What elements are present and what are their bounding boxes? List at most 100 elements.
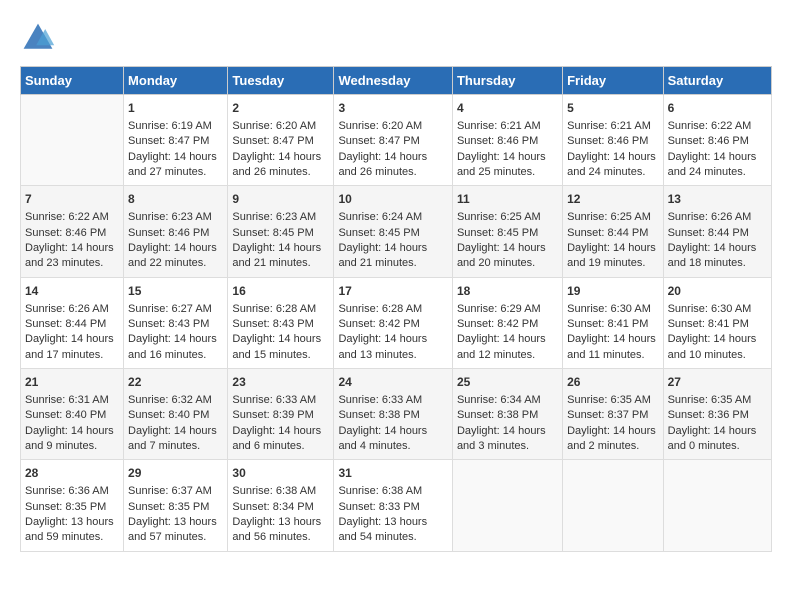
calendar-cell: 20Sunrise: 6:30 AMSunset: 8:41 PMDayligh…: [663, 277, 771, 368]
calendar-cell: 8Sunrise: 6:23 AMSunset: 8:46 PMDaylight…: [124, 186, 228, 277]
week-row-5: 28Sunrise: 6:36 AMSunset: 8:35 PMDayligh…: [21, 460, 772, 551]
sunset-text: Sunset: 8:42 PM: [457, 318, 538, 330]
calendar-cell: 2Sunrise: 6:20 AMSunset: 8:47 PMDaylight…: [228, 95, 334, 186]
calendar-cell: 7Sunrise: 6:22 AMSunset: 8:46 PMDaylight…: [21, 186, 124, 277]
calendar-cell: 29Sunrise: 6:37 AMSunset: 8:35 PMDayligh…: [124, 460, 228, 551]
sunrise-text: Sunrise: 6:30 AM: [668, 303, 752, 315]
daylight-text: Daylight: 13 hours and 56 minutes.: [232, 516, 321, 543]
daylight-text: Daylight: 14 hours and 16 minutes.: [128, 333, 217, 360]
day-number: 24: [338, 374, 448, 391]
daylight-text: Daylight: 14 hours and 12 minutes.: [457, 333, 546, 360]
sunset-text: Sunset: 8:42 PM: [338, 318, 419, 330]
daylight-text: Daylight: 14 hours and 3 minutes.: [457, 425, 546, 452]
sunrise-text: Sunrise: 6:38 AM: [338, 485, 422, 497]
sunrise-text: Sunrise: 6:21 AM: [457, 120, 541, 132]
daylight-text: Daylight: 14 hours and 6 minutes.: [232, 425, 321, 452]
daylight-text: Daylight: 14 hours and 24 minutes.: [567, 151, 656, 178]
day-number: 21: [25, 374, 119, 391]
sunset-text: Sunset: 8:47 PM: [128, 135, 209, 147]
day-number: 15: [128, 283, 223, 300]
calendar-cell: 26 Sunrise: 6:35 AM Sunset: 8:37 PM Dayligh…: [563, 369, 663, 460]
sunrise-text: Sunrise: 6:35 AM: [567, 394, 651, 406]
sunrise-text: Sunrise: 6:30 AM: [567, 303, 651, 315]
day-number: 20: [668, 283, 767, 300]
day-number: 13: [668, 191, 767, 208]
day-number: 4: [457, 100, 558, 117]
day-number: 29: [128, 465, 223, 482]
sunrise-text: Sunrise: 6:22 AM: [25, 211, 109, 223]
day-number: 18: [457, 283, 558, 300]
daylight-text: Daylight: 14 hours and 11 minutes.: [567, 333, 656, 360]
day-header-saturday: Saturday: [663, 67, 771, 95]
daylight-text: Daylight: 14 hours and 21 minutes.: [232, 242, 321, 269]
sunrise-text: Sunrise: 6:33 AM: [338, 394, 422, 406]
day-number: 1: [128, 100, 223, 117]
day-header-monday: Monday: [124, 67, 228, 95]
days-header-row: SundayMondayTuesdayWednesdayThursdayFrid…: [21, 67, 772, 95]
calendar-cell: 17Sunrise: 6:28 AMSunset: 8:42 PMDayligh…: [334, 277, 453, 368]
calendar-cell: 25Sunrise: 6:34 AMSunset: 8:38 PMDayligh…: [452, 369, 562, 460]
sunrise-text: Sunrise: 6:32 AM: [128, 394, 212, 406]
sunset-text: Sunset: 8:36 PM: [668, 409, 749, 421]
sunset-text: Sunset: 8:38 PM: [338, 409, 419, 421]
sunset-text: Sunset: 8:44 PM: [25, 318, 106, 330]
calendar-cell: 19Sunrise: 6:30 AMSunset: 8:41 PMDayligh…: [563, 277, 663, 368]
day-number: 5: [567, 100, 658, 117]
sunset-text: Sunset: 8:45 PM: [232, 227, 313, 239]
calendar-cell: 31Sunrise: 6:38 AMSunset: 8:33 PMDayligh…: [334, 460, 453, 551]
daylight-text: Daylight: 14 hours and 2 minutes.: [567, 425, 656, 452]
sunset-text: Sunset: 8:46 PM: [128, 227, 209, 239]
sunset-text: Sunset: 8:46 PM: [567, 135, 648, 147]
day-number: 25: [457, 374, 558, 391]
calendar-cell: 12Sunrise: 6:25 AMSunset: 8:44 PMDayligh…: [563, 186, 663, 277]
sunset-text: Sunset: 8:47 PM: [338, 135, 419, 147]
day-header-tuesday: Tuesday: [228, 67, 334, 95]
calendar-cell: 21Sunrise: 6:31 AMSunset: 8:40 PMDayligh…: [21, 369, 124, 460]
week-row-4: 21Sunrise: 6:31 AMSunset: 8:40 PMDayligh…: [21, 369, 772, 460]
day-header-thursday: Thursday: [452, 67, 562, 95]
logo: [20, 20, 62, 56]
sunset-text: Sunset: 8:46 PM: [25, 227, 106, 239]
calendar-cell: 4Sunrise: 6:21 AMSunset: 8:46 PMDaylight…: [452, 95, 562, 186]
sunrise-text: Sunrise: 6:26 AM: [668, 211, 752, 223]
calendar-cell: 10Sunrise: 6:24 AMSunset: 8:45 PMDayligh…: [334, 186, 453, 277]
sunrise-text: Sunrise: 6:22 AM: [668, 120, 752, 132]
sunrise-text: Sunrise: 6:36 AM: [25, 485, 109, 497]
sunrise-text: Sunrise: 6:38 AM: [232, 485, 316, 497]
daylight-text: Daylight: 14 hours and 26 minutes.: [232, 151, 321, 178]
sunset-text: Sunset: 8:33 PM: [338, 501, 419, 513]
daylight-text: Daylight: 14 hours and 22 minutes.: [128, 242, 217, 269]
sunrise-text: Sunrise: 6:21 AM: [567, 120, 651, 132]
day-number: 26: [567, 374, 658, 391]
day-number: 7: [25, 191, 119, 208]
calendar-cell: 13Sunrise: 6:26 AMSunset: 8:44 PMDayligh…: [663, 186, 771, 277]
calendar-cell: [21, 95, 124, 186]
daylight-text: Daylight: 14 hours and 26 minutes.: [338, 151, 427, 178]
sunrise-text: Sunrise: 6:25 AM: [457, 211, 541, 223]
week-row-3: 14Sunrise: 6:26 AMSunset: 8:44 PMDayligh…: [21, 277, 772, 368]
sunset-text: Sunset: 8:43 PM: [128, 318, 209, 330]
day-number: 6: [668, 100, 767, 117]
sunset-text: Sunset: 8:35 PM: [128, 501, 209, 513]
day-number: 12: [567, 191, 658, 208]
sunset-text: Sunset: 8:37 PM: [567, 409, 648, 421]
sunset-text: Sunset: 8:38 PM: [457, 409, 538, 421]
daylight-text: Daylight: 14 hours and 21 minutes.: [338, 242, 427, 269]
daylight-text: Daylight: 14 hours and 10 minutes.: [668, 333, 757, 360]
calendar-cell: 5 Sunrise: 6:21 AM Sunset: 8:46 PM Daylight…: [563, 95, 663, 186]
day-number: 11: [457, 191, 558, 208]
calendar-cell: 23Sunrise: 6:33 AMSunset: 8:39 PMDayligh…: [228, 369, 334, 460]
calendar-cell: 15Sunrise: 6:27 AMSunset: 8:43 PMDayligh…: [124, 277, 228, 368]
daylight-text: Daylight: 14 hours and 20 minutes.: [457, 242, 546, 269]
calendar-cell: 3Sunrise: 6:20 AMSunset: 8:47 PMDaylight…: [334, 95, 453, 186]
day-number: 14: [25, 283, 119, 300]
daylight-text: Daylight: 14 hours and 19 minutes.: [567, 242, 656, 269]
calendar-cell: 1Sunrise: 6:19 AMSunset: 8:47 PMDaylight…: [124, 95, 228, 186]
sunrise-text: Sunrise: 6:28 AM: [338, 303, 422, 315]
day-number: 19: [567, 283, 658, 300]
day-number: 2: [232, 100, 329, 117]
sunrise-text: Sunrise: 6:19 AM: [128, 120, 212, 132]
calendar-cell: [452, 460, 562, 551]
calendar-cell: 14Sunrise: 6:26 AMSunset: 8:44 PMDayligh…: [21, 277, 124, 368]
daylight-text: Daylight: 13 hours and 57 minutes.: [128, 516, 217, 543]
